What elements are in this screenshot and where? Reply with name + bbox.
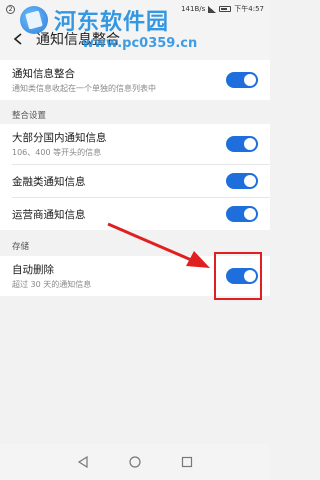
main-setting-row[interactable]: 通知信息整合 通知类信息收起在一个单独的信息列表中 [0, 60, 270, 100]
toggle-finance[interactable] [226, 173, 258, 189]
setting-title-domestic: 大部分国内通知信息 [12, 132, 107, 144]
setting-title-auto-delete: 自动删除 [12, 264, 54, 276]
main-setting-title: 通知信息整合 [12, 68, 75, 80]
signal-icon [208, 5, 217, 13]
arrow-left-icon[interactable] [8, 28, 30, 50]
annotation-highlight-box [214, 252, 262, 300]
square-recent-icon[interactable] [180, 455, 194, 469]
status-bar: 2 141B/s 下午4:57 [0, 0, 270, 18]
section-label-storage: 存储 [12, 242, 30, 252]
circle-home-icon[interactable] [128, 455, 142, 469]
notification-count-badge: 2 [6, 4, 15, 14]
main-setting-toggle[interactable] [226, 72, 258, 88]
toggle-domestic[interactable] [226, 136, 258, 152]
battery-icon [219, 6, 232, 12]
setting-title-finance: 金融类通知信息 [12, 176, 86, 188]
setting-row-carrier[interactable]: 运营商通知信息 [0, 198, 270, 230]
setting-title-carrier: 运营商通知信息 [12, 209, 86, 221]
setting-row-finance[interactable]: 金融类通知信息 [0, 165, 270, 197]
clock: 下午4:57 [234, 5, 264, 13]
integration-settings-card: 大部分国内通知信息 106、400 等开头的信息 金融类通知信息 运营商通知信息 [0, 124, 270, 230]
page-title: 通知信息整合 [36, 32, 120, 48]
triangle-back-icon[interactable] [76, 455, 90, 469]
setting-row-domestic[interactable]: 大部分国内通知信息 106、400 等开头的信息 [0, 124, 270, 164]
network-speed: 141B/s [181, 5, 206, 13]
main-setting-card: 通知信息整合 通知类信息收起在一个单独的信息列表中 [0, 60, 270, 100]
setting-subtitle-domestic: 106、400 等开头的信息 [12, 148, 102, 157]
main-setting-subtitle: 通知类信息收起在一个单独的信息列表中 [12, 84, 156, 93]
toggle-carrier[interactable] [226, 206, 258, 222]
app-header: 通知信息整合 [0, 18, 270, 60]
section-label-integration: 整合设置 [12, 111, 47, 121]
setting-subtitle-auto-delete: 超过 30 天的通知信息 [12, 280, 92, 289]
system-nav-bar [0, 444, 270, 480]
